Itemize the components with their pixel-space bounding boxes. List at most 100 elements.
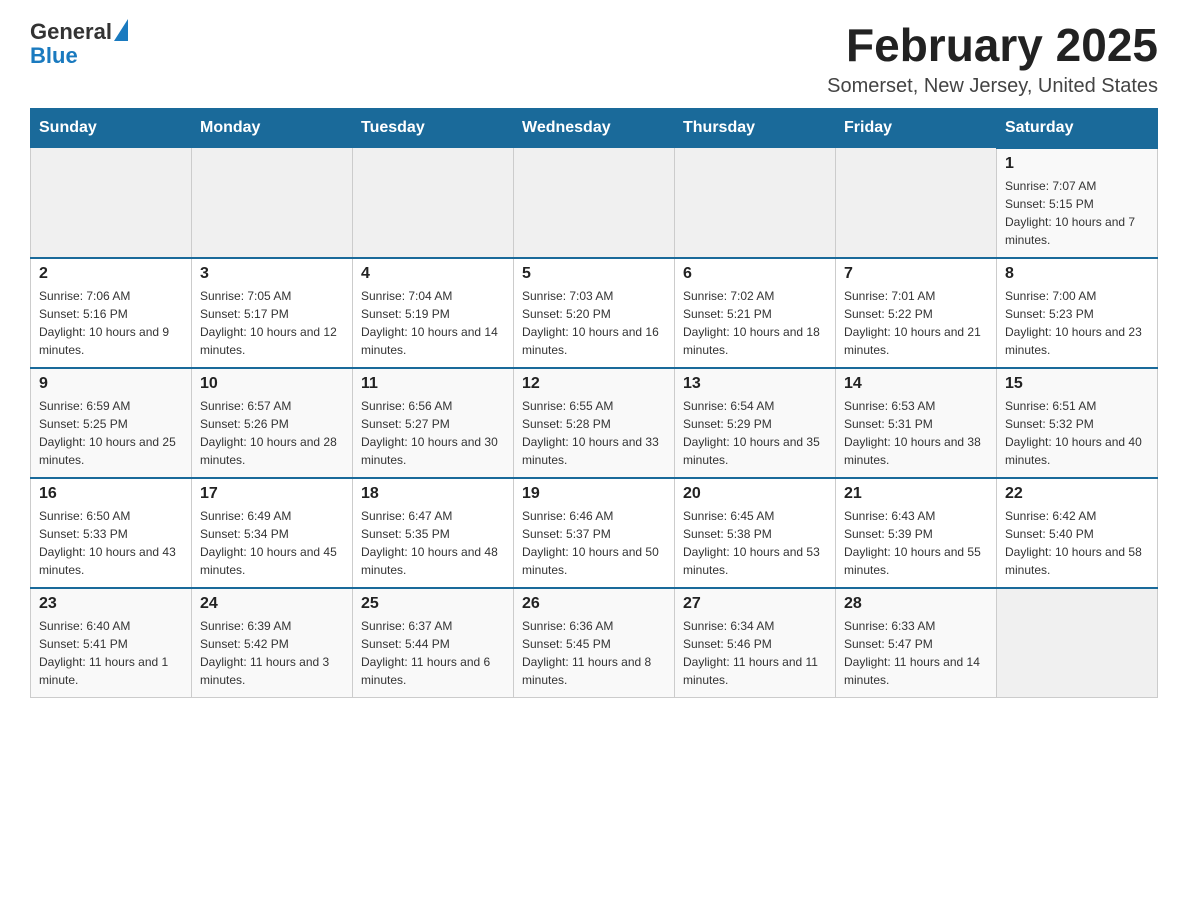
day-number: 10 xyxy=(200,375,344,393)
day-number: 21 xyxy=(844,485,988,503)
calendar-cell xyxy=(836,148,997,258)
calendar-cell: 24Sunrise: 6:39 AM Sunset: 5:42 PM Dayli… xyxy=(192,588,353,698)
day-info: Sunrise: 6:53 AM Sunset: 5:31 PM Dayligh… xyxy=(844,397,988,469)
calendar-cell: 1 Sunrise: 7:07 AM Sunset: 5:15 PM Daylig… xyxy=(997,148,1158,258)
calendar-cell: 28Sunrise: 6:33 AM Sunset: 5:47 PM Dayli… xyxy=(836,588,997,698)
calendar-cell: 15Sunrise: 6:51 AM Sunset: 5:32 PM Dayli… xyxy=(997,368,1158,478)
calendar-cell: 6 Sunrise: 7:02 AM Sunset: 5:21 PM Daylig… xyxy=(675,258,836,368)
day-number: 17 xyxy=(200,485,344,503)
day-info: Sunrise: 6:57 AM Sunset: 5:26 PM Dayligh… xyxy=(200,397,344,469)
day-info: Sunrise: 6:36 AM Sunset: 5:45 PM Dayligh… xyxy=(522,617,666,689)
day-info: Sunrise: 7:07 AM Sunset: 5:15 PM Dayligh… xyxy=(1005,177,1149,249)
calendar-cell: 9 Sunrise: 6:59 AM Sunset: 5:25 PM Daylig… xyxy=(31,368,192,478)
day-number: 13 xyxy=(683,375,827,393)
day-info: Sunrise: 6:54 AM Sunset: 5:29 PM Dayligh… xyxy=(683,397,827,469)
day-number: 7 xyxy=(844,265,988,283)
day-info: Sunrise: 6:50 AM Sunset: 5:33 PM Dayligh… xyxy=(39,507,183,579)
title-block: February 2025 Somerset, New Jersey, Unit… xyxy=(827,20,1158,98)
calendar-cell: 4 Sunrise: 7:04 AM Sunset: 5:19 PM Daylig… xyxy=(353,258,514,368)
day-number: 26 xyxy=(522,595,666,613)
day-info: Sunrise: 6:37 AM Sunset: 5:44 PM Dayligh… xyxy=(361,617,505,689)
day-info: Sunrise: 6:42 AM Sunset: 5:40 PM Dayligh… xyxy=(1005,507,1149,579)
calendar-cell: 27Sunrise: 6:34 AM Sunset: 5:46 PM Dayli… xyxy=(675,588,836,698)
page-header: General Blue February 2025 Somerset, New… xyxy=(30,20,1158,98)
calendar-subtitle: Somerset, New Jersey, United States xyxy=(827,75,1158,98)
day-number: 3 xyxy=(200,265,344,283)
day-info: Sunrise: 7:02 AM Sunset: 5:21 PM Dayligh… xyxy=(683,287,827,359)
calendar-cell: 17 Sunrise: 6:49 AM Sunset: 5:34 PM Dayli… xyxy=(192,478,353,588)
calendar-cell: 20Sunrise: 6:45 AM Sunset: 5:38 PM Dayli… xyxy=(675,478,836,588)
calendar-week-row: 16 Sunrise: 6:50 AM Sunset: 5:33 PM Dayli… xyxy=(31,478,1158,588)
logo-triangle-icon xyxy=(114,19,128,41)
day-of-week-header: Friday xyxy=(836,108,997,148)
day-number: 28 xyxy=(844,595,988,613)
day-of-week-header: Thursday xyxy=(675,108,836,148)
day-info: Sunrise: 6:43 AM Sunset: 5:39 PM Dayligh… xyxy=(844,507,988,579)
day-info: Sunrise: 7:01 AM Sunset: 5:22 PM Dayligh… xyxy=(844,287,988,359)
calendar-header-row: SundayMondayTuesdayWednesdayThursdayFrid… xyxy=(31,108,1158,148)
day-number: 9 xyxy=(39,375,183,393)
day-number: 16 xyxy=(39,485,183,503)
day-number: 12 xyxy=(522,375,666,393)
day-of-week-header: Monday xyxy=(192,108,353,148)
day-number: 24 xyxy=(200,595,344,613)
day-info: Sunrise: 7:06 AM Sunset: 5:16 PM Dayligh… xyxy=(39,287,183,359)
calendar-cell: 25 Sunrise: 6:37 AM Sunset: 5:44 PM Dayli… xyxy=(353,588,514,698)
day-of-week-header: Saturday xyxy=(997,108,1158,148)
day-number: 27 xyxy=(683,595,827,613)
day-number: 22 xyxy=(1005,485,1149,503)
calendar-cell: 23 Sunrise: 6:40 AM Sunset: 5:41 PM Dayli… xyxy=(31,588,192,698)
day-number: 2 xyxy=(39,265,183,283)
calendar-cell xyxy=(514,148,675,258)
day-info: Sunrise: 6:56 AM Sunset: 5:27 PM Dayligh… xyxy=(361,397,505,469)
day-of-week-header: Tuesday xyxy=(353,108,514,148)
day-number: 20 xyxy=(683,485,827,503)
calendar-week-row: 23 Sunrise: 6:40 AM Sunset: 5:41 PM Dayli… xyxy=(31,588,1158,698)
day-number: 5 xyxy=(522,265,666,283)
calendar-cell: 2 Sunrise: 7:06 AM Sunset: 5:16 PM Daylig… xyxy=(31,258,192,368)
calendar-cell xyxy=(353,148,514,258)
day-number: 6 xyxy=(683,265,827,283)
calendar-cell xyxy=(997,588,1158,698)
calendar-cell: 12Sunrise: 6:55 AM Sunset: 5:28 PM Dayli… xyxy=(514,368,675,478)
day-info: Sunrise: 6:59 AM Sunset: 5:25 PM Dayligh… xyxy=(39,397,183,469)
calendar-cell: 11 Sunrise: 6:56 AM Sunset: 5:27 PM Dayli… xyxy=(353,368,514,478)
day-info: Sunrise: 7:00 AM Sunset: 5:23 PM Dayligh… xyxy=(1005,287,1149,359)
logo: General Blue xyxy=(30,20,128,68)
logo-blue-text: Blue xyxy=(30,44,128,68)
day-number: 11 xyxy=(361,375,505,393)
calendar-week-row: 9 Sunrise: 6:59 AM Sunset: 5:25 PM Daylig… xyxy=(31,368,1158,478)
calendar-cell xyxy=(675,148,836,258)
day-info: Sunrise: 6:51 AM Sunset: 5:32 PM Dayligh… xyxy=(1005,397,1149,469)
calendar-table: SundayMondayTuesdayWednesdayThursdayFrid… xyxy=(30,108,1158,699)
day-number: 14 xyxy=(844,375,988,393)
day-info: Sunrise: 6:49 AM Sunset: 5:34 PM Dayligh… xyxy=(200,507,344,579)
calendar-cell: 18Sunrise: 6:47 AM Sunset: 5:35 PM Dayli… xyxy=(353,478,514,588)
logo-general-text: General xyxy=(30,20,112,44)
calendar-cell xyxy=(192,148,353,258)
calendar-cell: 19 Sunrise: 6:46 AM Sunset: 5:37 PM Dayli… xyxy=(514,478,675,588)
day-info: Sunrise: 7:04 AM Sunset: 5:19 PM Dayligh… xyxy=(361,287,505,359)
day-number: 8 xyxy=(1005,265,1149,283)
day-info: Sunrise: 7:03 AM Sunset: 5:20 PM Dayligh… xyxy=(522,287,666,359)
calendar-cell: 8 Sunrise: 7:00 AM Sunset: 5:23 PM Daylig… xyxy=(997,258,1158,368)
calendar-cell: 7 Sunrise: 7:01 AM Sunset: 5:22 PM Daylig… xyxy=(836,258,997,368)
calendar-week-row: 1 Sunrise: 7:07 AM Sunset: 5:15 PM Daylig… xyxy=(31,148,1158,258)
day-info: Sunrise: 6:46 AM Sunset: 5:37 PM Dayligh… xyxy=(522,507,666,579)
day-number: 18 xyxy=(361,485,505,503)
day-of-week-header: Wednesday xyxy=(514,108,675,148)
calendar-cell: 3Sunrise: 7:05 AM Sunset: 5:17 PM Daylig… xyxy=(192,258,353,368)
calendar-cell: 21 Sunrise: 6:43 AM Sunset: 5:39 PM Dayli… xyxy=(836,478,997,588)
day-number: 19 xyxy=(522,485,666,503)
calendar-cell: 14 Sunrise: 6:53 AM Sunset: 5:31 PM Dayli… xyxy=(836,368,997,478)
calendar-cell: 13 Sunrise: 6:54 AM Sunset: 5:29 PM Dayli… xyxy=(675,368,836,478)
day-info: Sunrise: 6:40 AM Sunset: 5:41 PM Dayligh… xyxy=(39,617,183,689)
calendar-cell: 5 Sunrise: 7:03 AM Sunset: 5:20 PM Daylig… xyxy=(514,258,675,368)
day-number: 25 xyxy=(361,595,505,613)
day-number: 23 xyxy=(39,595,183,613)
day-number: 1 xyxy=(1005,155,1149,173)
calendar-title: February 2025 xyxy=(827,20,1158,71)
day-number: 4 xyxy=(361,265,505,283)
calendar-cell: 10 Sunrise: 6:57 AM Sunset: 5:26 PM Dayli… xyxy=(192,368,353,478)
calendar-cell xyxy=(31,148,192,258)
